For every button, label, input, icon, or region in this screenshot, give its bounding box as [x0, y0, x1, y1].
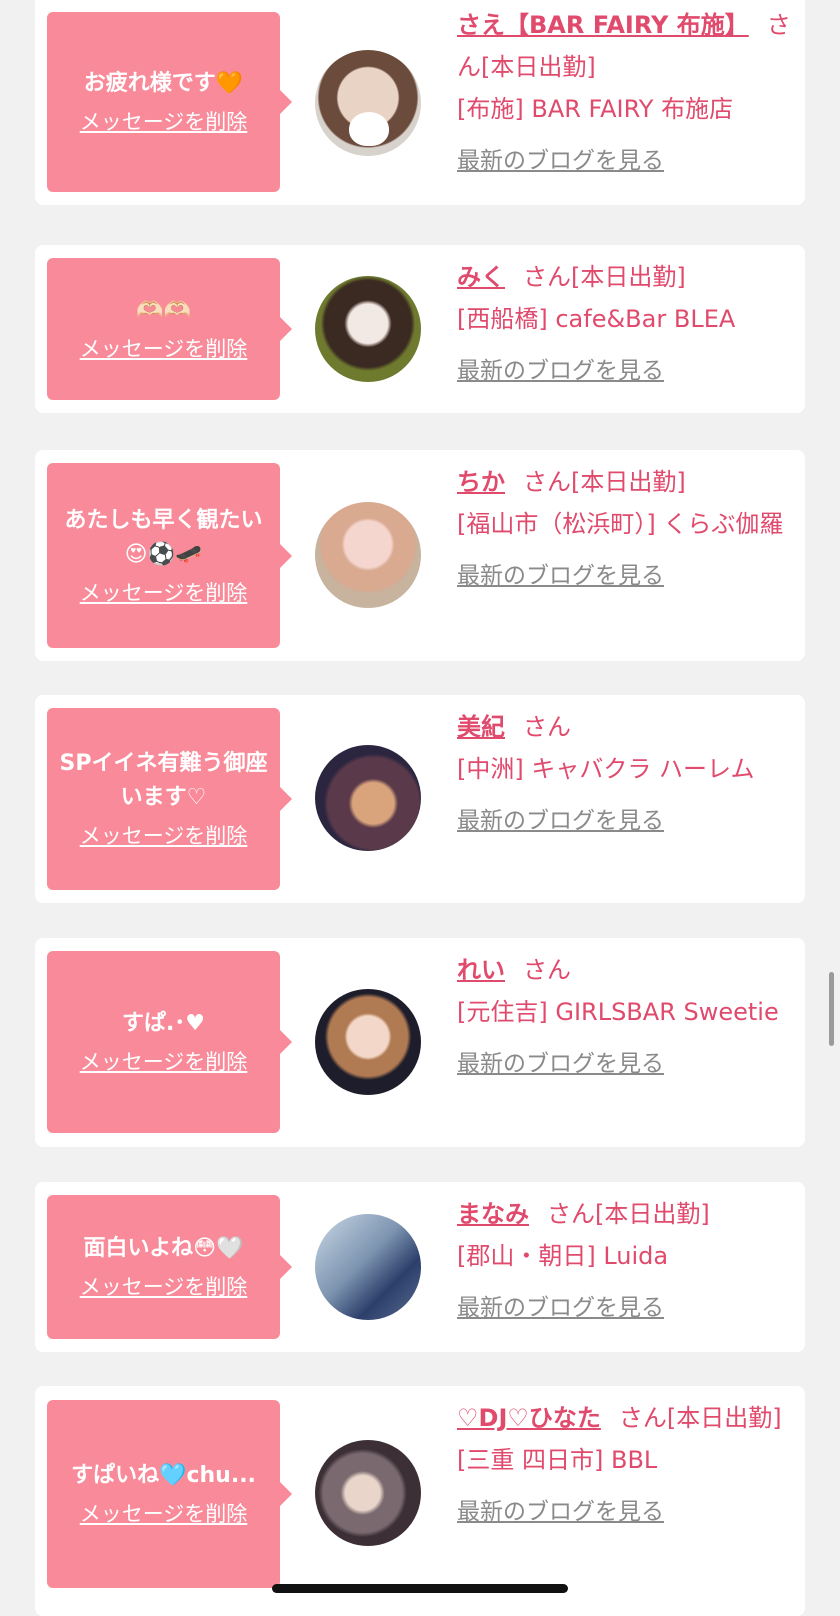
heart-sticker-icon	[349, 112, 389, 146]
message-text: あたしも早く観たい😍⚽️🛹	[64, 507, 263, 567]
cast-name-link[interactable]: ちか	[457, 468, 505, 496]
avatar[interactable]	[315, 502, 421, 608]
message-bubble: お疲れ様です🧡 メッセージを削除	[47, 12, 292, 192]
delete-message-link[interactable]: メッセージを削除	[80, 821, 248, 851]
latest-blog-link[interactable]: 最新のブログを見る	[457, 1043, 795, 1085]
message-card: すぱいね🩵chu... メッセージを削除 ♡DJ♡ひなた さん[本日出勤] [三重…	[35, 1386, 805, 1616]
message-card: SPイイネ有難う御座います♡ メッセージを削除 美紀 さん [中洲] キャバクラ …	[35, 695, 805, 903]
avatar[interactable]	[315, 1214, 421, 1320]
message-bubble: 面白いよね😳🤍 メッセージを削除	[47, 1195, 292, 1339]
message-text: お疲れ様です🧡	[83, 71, 244, 96]
delete-message-link[interactable]: メッセージを削除	[80, 1499, 248, 1529]
cast-info: さえ【BAR FAIRY 布施】 さん[本日出勤] [布施] BAR FAIRY …	[457, 4, 795, 182]
cast-name-link[interactable]: ♡DJ♡ひなた	[457, 1404, 601, 1432]
message-bubble: すぱいね🩵chu... メッセージを削除	[47, 1400, 292, 1588]
message-text: すぱいね🩵chu...	[71, 1463, 256, 1488]
delete-message-link[interactable]: メッセージを削除	[80, 107, 248, 137]
cast-name-link[interactable]: 美紀	[457, 713, 505, 741]
cast-info: ♡DJ♡ひなた さん[本日出勤] [三重 四日市] BBL 最新のブログを見る	[457, 1397, 795, 1533]
message-text: 面白いよね😳🤍	[83, 1236, 244, 1261]
shop-name: [布施] BAR FAIRY 布施店	[457, 95, 734, 123]
cast-name-link[interactable]: まなみ	[457, 1200, 529, 1228]
delete-message-link[interactable]: メッセージを削除	[80, 334, 248, 364]
message-bubble: すぱ.･♥ メッセージを削除	[47, 951, 292, 1133]
latest-blog-link[interactable]: 最新のブログを見る	[457, 140, 795, 182]
cast-suffix: さん[本日出勤]	[523, 263, 686, 291]
delete-message-link[interactable]: メッセージを削除	[80, 1047, 248, 1077]
shop-name: [郡山・朝日] Luida	[457, 1242, 669, 1270]
cast-info: 美紀 さん [中洲] キャバクラ ハーレム 最新のブログを見る	[457, 706, 795, 842]
latest-blog-link[interactable]: 最新のブログを見る	[457, 800, 795, 842]
cast-info: まなみ さん[本日出勤] [郡山・朝日] Luida 最新のブログを見る	[457, 1193, 795, 1329]
cast-name-link[interactable]: みく	[457, 263, 505, 291]
message-card: すぱ.･♥ メッセージを削除 れい さん [元住吉] GIRLSBAR Sweet…	[35, 938, 805, 1147]
latest-blog-link[interactable]: 最新のブログを見る	[457, 555, 795, 597]
message-card: あたしも早く観たい😍⚽️🛹 メッセージを削除 ちか さん[本日出勤] [福山市（松…	[35, 450, 805, 661]
scrollbar[interactable]	[829, 972, 834, 1046]
latest-blog-link[interactable]: 最新のブログを見る	[457, 1491, 795, 1533]
cast-info: みく さん[本日出勤] [西船橋] cafe&Bar BLEA 最新のブログを見る	[457, 256, 795, 392]
message-text: すぱ.･♥	[121, 1011, 206, 1036]
avatar[interactable]	[315, 276, 421, 382]
shop-name: [中洲] キャバクラ ハーレム	[457, 755, 755, 783]
avatar[interactable]	[315, 50, 421, 156]
cast-info: れい さん [元住吉] GIRLSBAR Sweetie 最新のブログを見る	[457, 949, 795, 1085]
message-bubble: 🫶🏻🫶🏻 メッセージを削除	[47, 258, 292, 400]
message-card: 🫶🏻🫶🏻 メッセージを削除 みく さん[本日出勤] [西船橋] cafe&Bar …	[35, 245, 805, 413]
delete-message-link[interactable]: メッセージを削除	[80, 578, 248, 608]
message-bubble: SPイイネ有難う御座います♡ メッセージを削除	[47, 708, 292, 890]
avatar[interactable]	[315, 1440, 421, 1546]
cast-name-link[interactable]: れい	[457, 956, 505, 984]
cast-suffix: さん[本日出勤]	[547, 1200, 710, 1228]
message-card: 面白いよね😳🤍 メッセージを削除 まなみ さん[本日出勤] [郡山・朝日] Lui…	[35, 1182, 805, 1352]
shop-name: [三重 四日市] BBL	[457, 1446, 658, 1474]
delete-message-link[interactable]: メッセージを削除	[80, 1272, 248, 1302]
home-indicator[interactable]	[272, 1584, 568, 1593]
latest-blog-link[interactable]: 最新のブログを見る	[457, 1287, 795, 1329]
cast-name-link[interactable]: さえ【BAR FAIRY 布施】	[457, 11, 749, 39]
shop-name: [福山市（松浜町）] くらぶ伽羅	[457, 510, 784, 538]
cast-suffix: さん[本日出勤]	[618, 1404, 782, 1432]
message-bubble: あたしも早く観たい😍⚽️🛹 メッセージを削除	[47, 463, 292, 648]
message-card: お疲れ様です🧡 メッセージを削除 さえ【BAR FAIRY 布施】 さん[本日出勤…	[35, 0, 805, 205]
avatar[interactable]	[315, 745, 421, 851]
message-text: 🫶🏻🫶🏻	[136, 298, 191, 323]
cast-suffix: さん	[523, 713, 571, 741]
message-text: SPイイネ有難う御座います♡	[59, 751, 268, 810]
cast-suffix: さん	[523, 956, 571, 984]
cast-suffix: さん[本日出勤]	[523, 468, 686, 496]
shop-name: [元住吉] GIRLSBAR Sweetie	[457, 998, 779, 1026]
shop-name: [西船橋] cafe&Bar BLEA	[457, 305, 736, 333]
latest-blog-link[interactable]: 最新のブログを見る	[457, 350, 795, 392]
avatar[interactable]	[315, 989, 421, 1095]
cast-info: ちか さん[本日出勤] [福山市（松浜町）] くらぶ伽羅 最新のブログを見る	[457, 461, 795, 597]
